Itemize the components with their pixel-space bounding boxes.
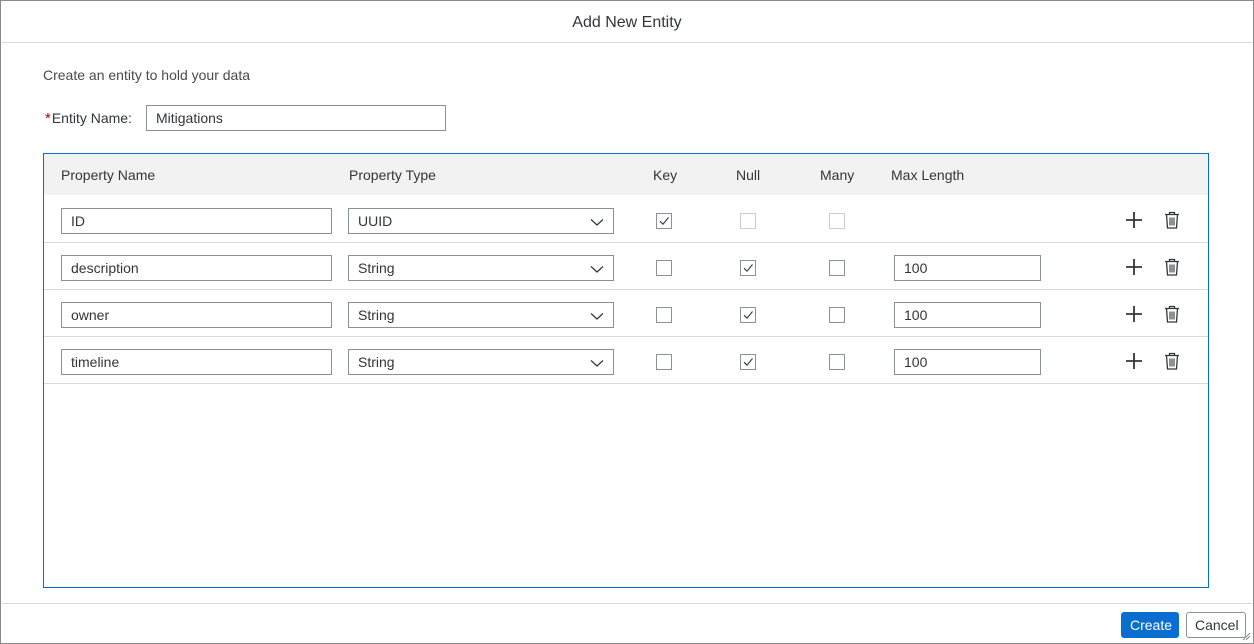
dialog-header: Add New Entity [2,2,1252,43]
many-checkbox[interactable] [829,354,845,370]
table-row: String [44,290,1208,337]
header-max-length: Max Length [891,167,965,183]
property-type-select[interactable]: String [348,349,614,375]
table-row: String [44,337,1208,384]
null-checkbox[interactable] [740,260,756,276]
entity-name-input[interactable] [145,105,446,131]
property-type-value: String [358,307,395,323]
property-name-input[interactable] [61,255,332,281]
delete-icon[interactable] [1162,304,1182,324]
property-name-input[interactable] [61,302,332,328]
max-length-input[interactable] [894,302,1041,328]
many-checkbox[interactable] [829,307,845,323]
property-type-select[interactable]: UUID [348,208,614,234]
table-header: Property Name Property Type Key Null Man… [44,154,1208,195]
property-type-select[interactable]: String [348,302,614,328]
required-marker: * [45,109,51,127]
many-checkbox [829,213,845,229]
many-checkbox[interactable] [829,260,845,276]
dialog-title: Add New Entity [572,14,682,31]
entity-name-label: Entity Name: [51,110,132,126]
properties-table: Property Name Property Type Key Null Man… [43,153,1209,588]
delete-icon[interactable] [1162,210,1182,230]
null-checkbox [740,213,756,229]
delete-icon[interactable] [1162,351,1182,371]
null-checkbox[interactable] [740,307,756,323]
add-entity-dialog: Add New Entity Create an entity to hold … [0,0,1254,644]
entity-name-row: * Entity Name: [45,105,446,131]
header-key: Key [653,167,678,183]
property-name-input[interactable] [61,349,332,375]
property-type-value: String [358,354,395,370]
max-length-input[interactable] [894,349,1041,375]
property-name-input[interactable] [61,208,332,234]
dialog-footer: Create Cancel [2,603,1252,643]
header-property-name: Property Name [61,167,156,183]
header-null: Null [736,167,761,183]
add-icon[interactable] [1124,257,1144,277]
chevron-down-icon [590,219,604,226]
delete-icon[interactable] [1162,257,1182,277]
max-length-input[interactable] [894,255,1041,281]
key-checkbox[interactable] [656,260,672,276]
header-many: Many [820,167,855,183]
key-checkbox[interactable] [656,213,672,229]
add-icon[interactable] [1124,351,1144,371]
table-row: String [44,243,1208,290]
property-type-value: String [358,260,395,276]
key-checkbox[interactable] [656,354,672,370]
property-type-select[interactable]: String [348,255,614,281]
create-button[interactable]: Create [1121,612,1179,638]
property-type-value: UUID [358,213,393,229]
chevron-down-icon [590,313,604,320]
chevron-down-icon [590,266,604,273]
key-checkbox[interactable] [656,307,672,323]
chevron-down-icon [590,360,604,367]
resize-grip-icon[interactable] [1241,631,1251,641]
cancel-button[interactable]: Cancel [1186,612,1246,638]
header-property-type: Property Type [349,167,436,183]
table-row: UUID [44,196,1208,243]
null-checkbox[interactable] [740,354,756,370]
add-icon[interactable] [1124,210,1144,230]
dialog-description: Create an entity to hold your data [43,67,251,83]
add-icon[interactable] [1124,304,1144,324]
